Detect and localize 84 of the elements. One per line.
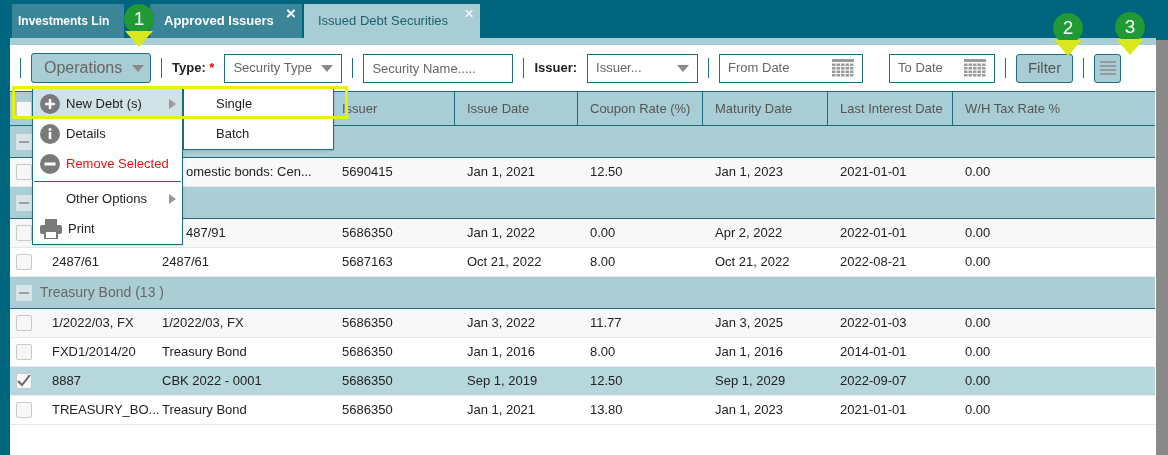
callout-badge: 3 [1115, 12, 1145, 42]
table-cell: 0.00 [965, 402, 991, 418]
table-cell: Oct 21, 2022 [467, 254, 542, 270]
submenu-item[interactable]: Single [184, 89, 333, 119]
table-cell: TREASURY_BO... [52, 402, 160, 418]
column-header[interactable]: Last Interest Date [840, 98, 943, 119]
table-cell: 11.77 [590, 315, 622, 331]
table-cell: 5686350 [342, 344, 393, 360]
from-date-field[interactable]: From Date [719, 53, 864, 83]
to-date-field[interactable]: To Date [889, 53, 996, 83]
table-cell: 0.00 [965, 315, 991, 331]
table-cell: 13.80 [590, 402, 623, 418]
column-header[interactable]: Coupon Rate (%) [590, 98, 691, 119]
table-cell: 1/2022/03, FX [162, 315, 244, 331]
table-cell: Treasury Bond [162, 344, 247, 360]
table-cell: CBK 2022 - 0001 [162, 373, 262, 389]
table-cell: Jan 1, 2016 [467, 344, 535, 360]
column-header[interactable]: Issue Date [467, 98, 530, 119]
table-cell: 5686350 [342, 315, 393, 331]
table-cell: 2022-09-07 [840, 373, 907, 389]
submenu-item[interactable]: Batch [184, 119, 333, 149]
type-label: Type: * [172, 59, 215, 78]
table-cell: Jan 1, 2021 [467, 164, 535, 180]
group-label: Treasury Bond (13 ) [40, 283, 164, 302]
table-cell: Treasury Bond [162, 402, 247, 418]
table-cell: 5686350 [342, 225, 393, 241]
operations-button[interactable]: Operations [31, 53, 151, 83]
table-cell: Apr 2, 2022 [715, 225, 783, 241]
table-cell: 2022-01-03 [840, 315, 907, 331]
table-cell: Oct 21, 2022 [715, 254, 790, 270]
tab[interactable]: Approved Issuers × [150, 4, 302, 38]
table-cell: FXD1/2014/20 [52, 344, 136, 360]
table-cell: omestic bonds: Cen... [186, 164, 312, 180]
table-cell: 8.00 [590, 254, 616, 270]
table-cell: 5687163 [342, 254, 393, 270]
table-cell: 2487/61 [52, 254, 99, 270]
table-cell: 0.00 [965, 164, 991, 180]
table-cell: 2021-01-01 [840, 402, 907, 418]
table-cell: Jan 1, 2023 [715, 164, 783, 180]
security-name-field[interactable]: Security Name..... [363, 53, 514, 83]
table-cell: Jan 1, 2022 [467, 225, 535, 241]
table-cell: 2022-01-01 [840, 225, 907, 241]
table-cell: 5686350 [342, 373, 393, 389]
table-cell: 0.00 [965, 254, 991, 270]
callout-badge: 2 [1053, 13, 1083, 43]
table-cell: 8.00 [590, 344, 616, 360]
menu-item[interactable]: Other Options [33, 184, 182, 214]
table-cell: Jan 3, 2022 [467, 315, 535, 331]
close-button[interactable]: × [286, 5, 296, 23]
table-cell: Jan 1, 2023 [715, 402, 783, 418]
table-cell: 0.00 [965, 225, 991, 241]
table-cell: Sep 1, 2029 [715, 373, 786, 389]
table-cell: 487/91 [186, 225, 226, 241]
table-cell: Jan 1, 2021 [467, 402, 535, 418]
table-row[interactable]: 8887 CBK 2022 - 0001 5686350 Sep 1, 2019 12.50 Sep 1, 2029 2022-09-07 0.00 [10, 367, 1155, 396]
table-cell: Jan 3, 2025 [715, 315, 783, 331]
table-cell: 2487/61 [162, 254, 209, 270]
table-cell: 5690415 [342, 164, 393, 180]
issuer-select[interactable]: Issuer... [587, 53, 699, 83]
table-row[interactable]: 1/2022/03, FX 1/2022/03, FX 5686350 Jan 3, 2022 11.77 Jan 3, 2025 2022-01-03 0.00 [10, 309, 1155, 338]
security-type-select[interactable]: Security Type [224, 53, 343, 83]
column-header[interactable]: Maturity Date [715, 98, 793, 119]
tab[interactable]: Issued Debt Securities × [304, 4, 480, 38]
table-cell: 8887 [52, 373, 81, 389]
callout-badge: 1 [124, 4, 154, 34]
table-cell: Jan 1, 2016 [715, 344, 783, 360]
table-cell: 0.00 [965, 373, 991, 389]
column-header[interactable]: W/H Tax Rate % [965, 98, 1061, 119]
table-cell: 2022-08-21 [840, 254, 907, 270]
table-cell: 0.00 [965, 344, 991, 360]
issuer-label: Issuer: [534, 59, 578, 78]
menu-item[interactable]: Details [33, 119, 182, 149]
tab[interactable]: Investments Lin [12, 4, 124, 38]
group-header[interactable]: Treasury Bond (13 ) [10, 277, 1155, 309]
table-cell: 2014-01-01 [840, 344, 907, 360]
table-cell: Sep 1, 2019 [467, 373, 538, 389]
table-cell: 0.00 [590, 225, 616, 241]
menu-item[interactable]: New Debt (s) [33, 89, 182, 119]
table-cell: 12.50 [590, 373, 623, 389]
filter-button[interactable]: Filter [1016, 53, 1074, 83]
table-cell: 12.50 [590, 164, 623, 180]
table-cell: 2021-01-01 [840, 164, 907, 180]
table-cell: 5686350 [342, 402, 393, 418]
table-cell: 1/2022/03, FX [52, 315, 134, 331]
